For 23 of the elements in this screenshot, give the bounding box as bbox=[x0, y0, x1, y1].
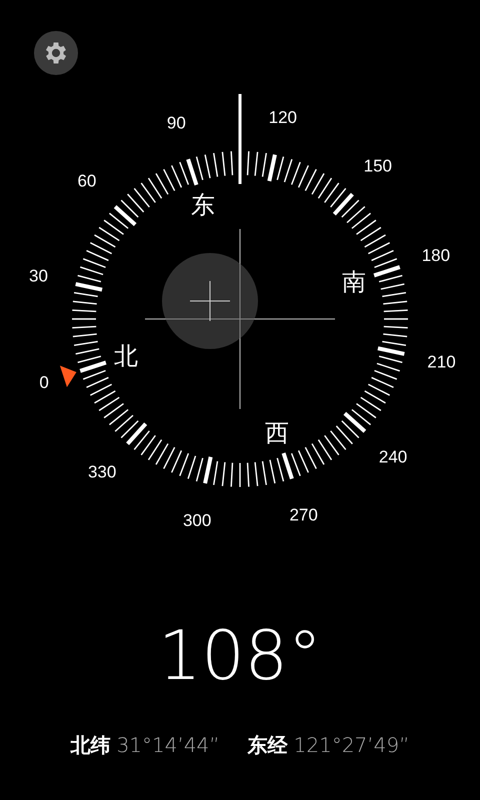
heading-reading: 108° bbox=[157, 617, 323, 697]
degree-label: 300 bbox=[182, 511, 212, 530]
degree-label: 270 bbox=[289, 505, 318, 524]
degree-label: 0 bbox=[39, 373, 49, 392]
degree-label: 90 bbox=[166, 114, 186, 133]
coordinate-label: 北纬 bbox=[70, 732, 111, 759]
settings-button[interactable] bbox=[34, 31, 78, 75]
degree-label: 150 bbox=[364, 156, 392, 176]
degree-label: 330 bbox=[88, 462, 116, 482]
direction-label: 南 bbox=[342, 268, 366, 296]
coordinate-label: 东经 bbox=[248, 732, 288, 759]
direction-label: 北 bbox=[114, 342, 138, 370]
coordinate-value: 31°14’44” bbox=[116, 732, 220, 759]
direction-label: 西 bbox=[265, 419, 290, 448]
degree-label: 120 bbox=[268, 108, 298, 127]
degree-label: 210 bbox=[427, 352, 456, 372]
direction-label: 东 bbox=[190, 190, 215, 219]
coordinate-value: 121°27’49” bbox=[294, 732, 410, 759]
degree-label: 180 bbox=[422, 246, 450, 265]
degree-label: 60 bbox=[77, 172, 96, 191]
degree-label: 240 bbox=[378, 447, 408, 466]
degree-label: 30 bbox=[29, 266, 48, 286]
north-marker bbox=[60, 366, 76, 388]
